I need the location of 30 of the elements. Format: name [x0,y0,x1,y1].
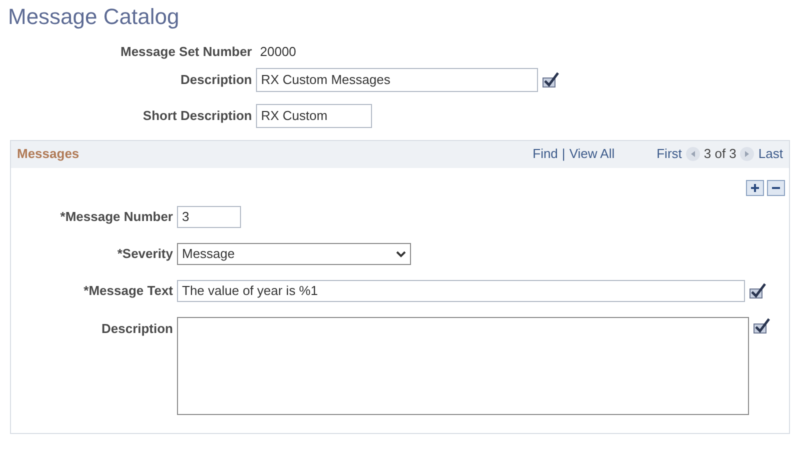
plus-icon [750,182,760,192]
field-label: Short Description [142,106,252,125]
set-number-value: 20000 [260,43,296,61]
spellcheck-icon[interactable] [749,282,767,300]
add-row-button[interactable] [746,180,764,196]
view-all-link[interactable]: View All [569,144,615,164]
text-field[interactable]: The value of year is %1 [177,280,745,302]
field-label: *Message Number [59,208,173,226]
severity-dropdown[interactable]: Message [177,242,411,264]
left-arrow-icon [690,151,696,157]
chevron-down-icon [396,250,406,258]
last-link[interactable]: Last [758,144,783,164]
field-label: Message Set Number [120,43,252,61]
find-link[interactable]: Find [532,144,558,164]
page-title: Message Catalog [7,4,180,30]
spellcheck-icon[interactable] [542,70,560,88]
spellcheck-icon[interactable] [753,316,771,334]
number-field[interactable]: 3 [177,206,241,228]
short-description-field[interactable]: RX Custom [256,104,372,128]
link-separator: | [562,145,566,164]
field-label: Description [179,70,252,89]
row-counter: 3 of 3 [704,145,736,164]
field-label: *Severity [116,244,173,263]
field-label: Description [100,320,173,338]
right-arrow-icon [744,151,750,157]
description-field[interactable]: RX Custom Messages [256,68,538,92]
panel-title: Messages [17,145,80,164]
delete-row-button[interactable] [767,180,785,196]
field-label: *Message Text [82,282,173,300]
first-link[interactable]: First [656,144,682,164]
